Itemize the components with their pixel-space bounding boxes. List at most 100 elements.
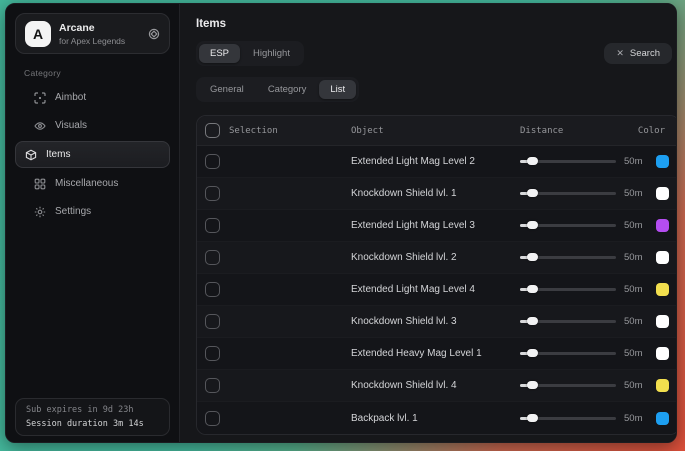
table-row: Knockdown Shield lvl. 2 50m — [197, 242, 677, 274]
page-title: Items — [196, 18, 677, 30]
object-label: Extended Heavy Mag Level 1 — [351, 348, 520, 359]
sidebar-item-aimbot[interactable]: Aimbot — [15, 84, 170, 111]
distance-value: 50m — [624, 316, 648, 327]
color-swatch[interactable] — [656, 283, 669, 296]
distance-cell: 50m — [520, 155, 677, 168]
object-label: Extended Light Mag Level 3 — [351, 220, 520, 231]
distance-cell: 50m — [520, 187, 677, 200]
slider-thumb[interactable] — [527, 189, 538, 197]
slider-thumb[interactable] — [527, 381, 538, 389]
search-button-label: Search — [630, 48, 660, 59]
color-swatch[interactable] — [656, 347, 669, 360]
distance-slider[interactable] — [520, 288, 616, 291]
slider-thumb[interactable] — [527, 221, 538, 229]
sidebar-item-settings[interactable]: Settings — [15, 198, 170, 225]
distance-slider[interactable] — [520, 320, 616, 323]
mode-tabs: ESP Highlight — [196, 41, 304, 66]
distance-value: 50m — [624, 380, 648, 391]
table-row: Knockdown Shield lvl. 4 50m — [197, 370, 677, 402]
distance-slider[interactable] — [520, 192, 616, 195]
table-row: Extended Light Mag Level 4 50m — [197, 274, 677, 306]
session-duration-text: Session duration 3m 14s — [26, 418, 159, 432]
tab-general[interactable]: General — [199, 80, 255, 99]
row-checkbox[interactable] — [205, 282, 220, 297]
distance-cell: 50m — [520, 251, 677, 264]
select-all-checkbox[interactable] — [205, 123, 220, 138]
subscription-status-card: Sub expires in 9d 23h Session duration 3… — [15, 398, 170, 436]
distance-value: 50m — [624, 413, 648, 424]
slider-thumb[interactable] — [527, 349, 538, 357]
column-header-selection: Selection — [229, 126, 351, 136]
distance-value: 50m — [624, 284, 648, 295]
tab-highlight[interactable]: Highlight — [242, 44, 301, 63]
sidebar-item-visuals[interactable]: Visuals — [15, 112, 170, 139]
sidebar-item-label: Settings — [55, 206, 91, 217]
color-swatch[interactable] — [656, 315, 669, 328]
sidebar-item-label: Items — [46, 149, 70, 160]
row-checkbox[interactable] — [205, 314, 220, 329]
slider-thumb[interactable] — [527, 285, 538, 293]
app-header-text: Arcane for Apex Legends — [59, 21, 125, 45]
sidebar-item-miscellaneous[interactable]: Miscellaneous — [15, 170, 170, 197]
slider-thumb[interactable] — [527, 157, 538, 165]
distance-slider[interactable] — [520, 224, 616, 227]
distance-cell: 50m — [520, 379, 677, 392]
app-subtitle: for Apex Legends — [59, 36, 125, 46]
items-table: Selection Object Distance Color Extended… — [196, 115, 677, 435]
row-checkbox[interactable] — [205, 411, 220, 426]
row-checkbox[interactable] — [205, 218, 220, 233]
row-checkbox[interactable] — [205, 154, 220, 169]
table-row: Extended Heavy Mag Level 1 50m — [197, 338, 677, 370]
color-swatch[interactable] — [656, 219, 669, 232]
table-row: Knockdown Shield lvl. 1 50m — [197, 178, 677, 210]
color-swatch[interactable] — [656, 412, 669, 425]
row-checkbox[interactable] — [205, 250, 220, 265]
color-swatch[interactable] — [656, 251, 669, 264]
app-header-card: A Arcane for Apex Legends — [15, 13, 170, 54]
gear-icon — [34, 206, 46, 218]
distance-value: 50m — [624, 220, 648, 231]
distance-slider[interactable] — [520, 384, 616, 387]
sidebar-item-label: Visuals — [55, 120, 87, 131]
object-label: Extended Light Mag Level 2 — [351, 156, 520, 167]
distance-cell: 50m — [520, 347, 677, 360]
tab-list[interactable]: List — [319, 80, 356, 99]
color-swatch[interactable] — [656, 187, 669, 200]
sidebar-item-label: Aimbot — [55, 92, 86, 103]
row-checkbox[interactable] — [205, 346, 220, 361]
desktop-background: A Arcane for Apex Legends Category Aimbo… — [0, 0, 685, 451]
emblem-icon[interactable] — [148, 28, 160, 40]
row-checkbox[interactable] — [205, 378, 220, 393]
distance-slider[interactable] — [520, 256, 616, 259]
object-label: Extended Light Mag Level 4 — [351, 284, 520, 295]
sidebar: A Arcane for Apex Legends Category Aimbo… — [6, 4, 179, 442]
table-row: Backpack lvl. 1 50m — [197, 402, 677, 434]
slider-thumb[interactable] — [527, 414, 538, 422]
distance-cell: 50m — [520, 283, 677, 296]
table-row: Knockdown Shield lvl. 3 50m — [197, 306, 677, 338]
main-panel: Items ESP Highlight ✕ Search General Cat… — [179, 4, 677, 442]
slider-thumb[interactable] — [527, 317, 538, 325]
sidebar-item-items[interactable]: Items — [15, 141, 170, 168]
search-icon: ✕ — [616, 48, 624, 59]
color-swatch[interactable] — [656, 379, 669, 392]
distance-slider[interactable] — [520, 417, 616, 420]
tab-category[interactable]: Category — [257, 80, 318, 99]
distance-value: 50m — [624, 156, 648, 167]
object-label: Knockdown Shield lvl. 3 — [351, 316, 520, 327]
sidebar-nav: Aimbot Visuals Items Miscellaneous Settings — [6, 84, 179, 225]
distance-value: 50m — [624, 188, 648, 199]
color-swatch[interactable] — [656, 155, 669, 168]
eye-icon — [34, 120, 46, 132]
arcane-window: A Arcane for Apex Legends Category Aimbo… — [5, 3, 677, 443]
tab-esp[interactable]: ESP — [199, 44, 240, 63]
row-checkbox[interactable] — [205, 186, 220, 201]
distance-value: 50m — [624, 252, 648, 263]
distance-slider[interactable] — [520, 352, 616, 355]
search-button[interactable]: ✕ Search — [604, 43, 672, 64]
object-label: Backpack lvl. 1 — [351, 413, 520, 424]
sidebar-item-label: Miscellaneous — [55, 178, 118, 189]
box-icon — [25, 149, 37, 161]
distance-slider[interactable] — [520, 160, 616, 163]
slider-thumb[interactable] — [527, 253, 538, 261]
